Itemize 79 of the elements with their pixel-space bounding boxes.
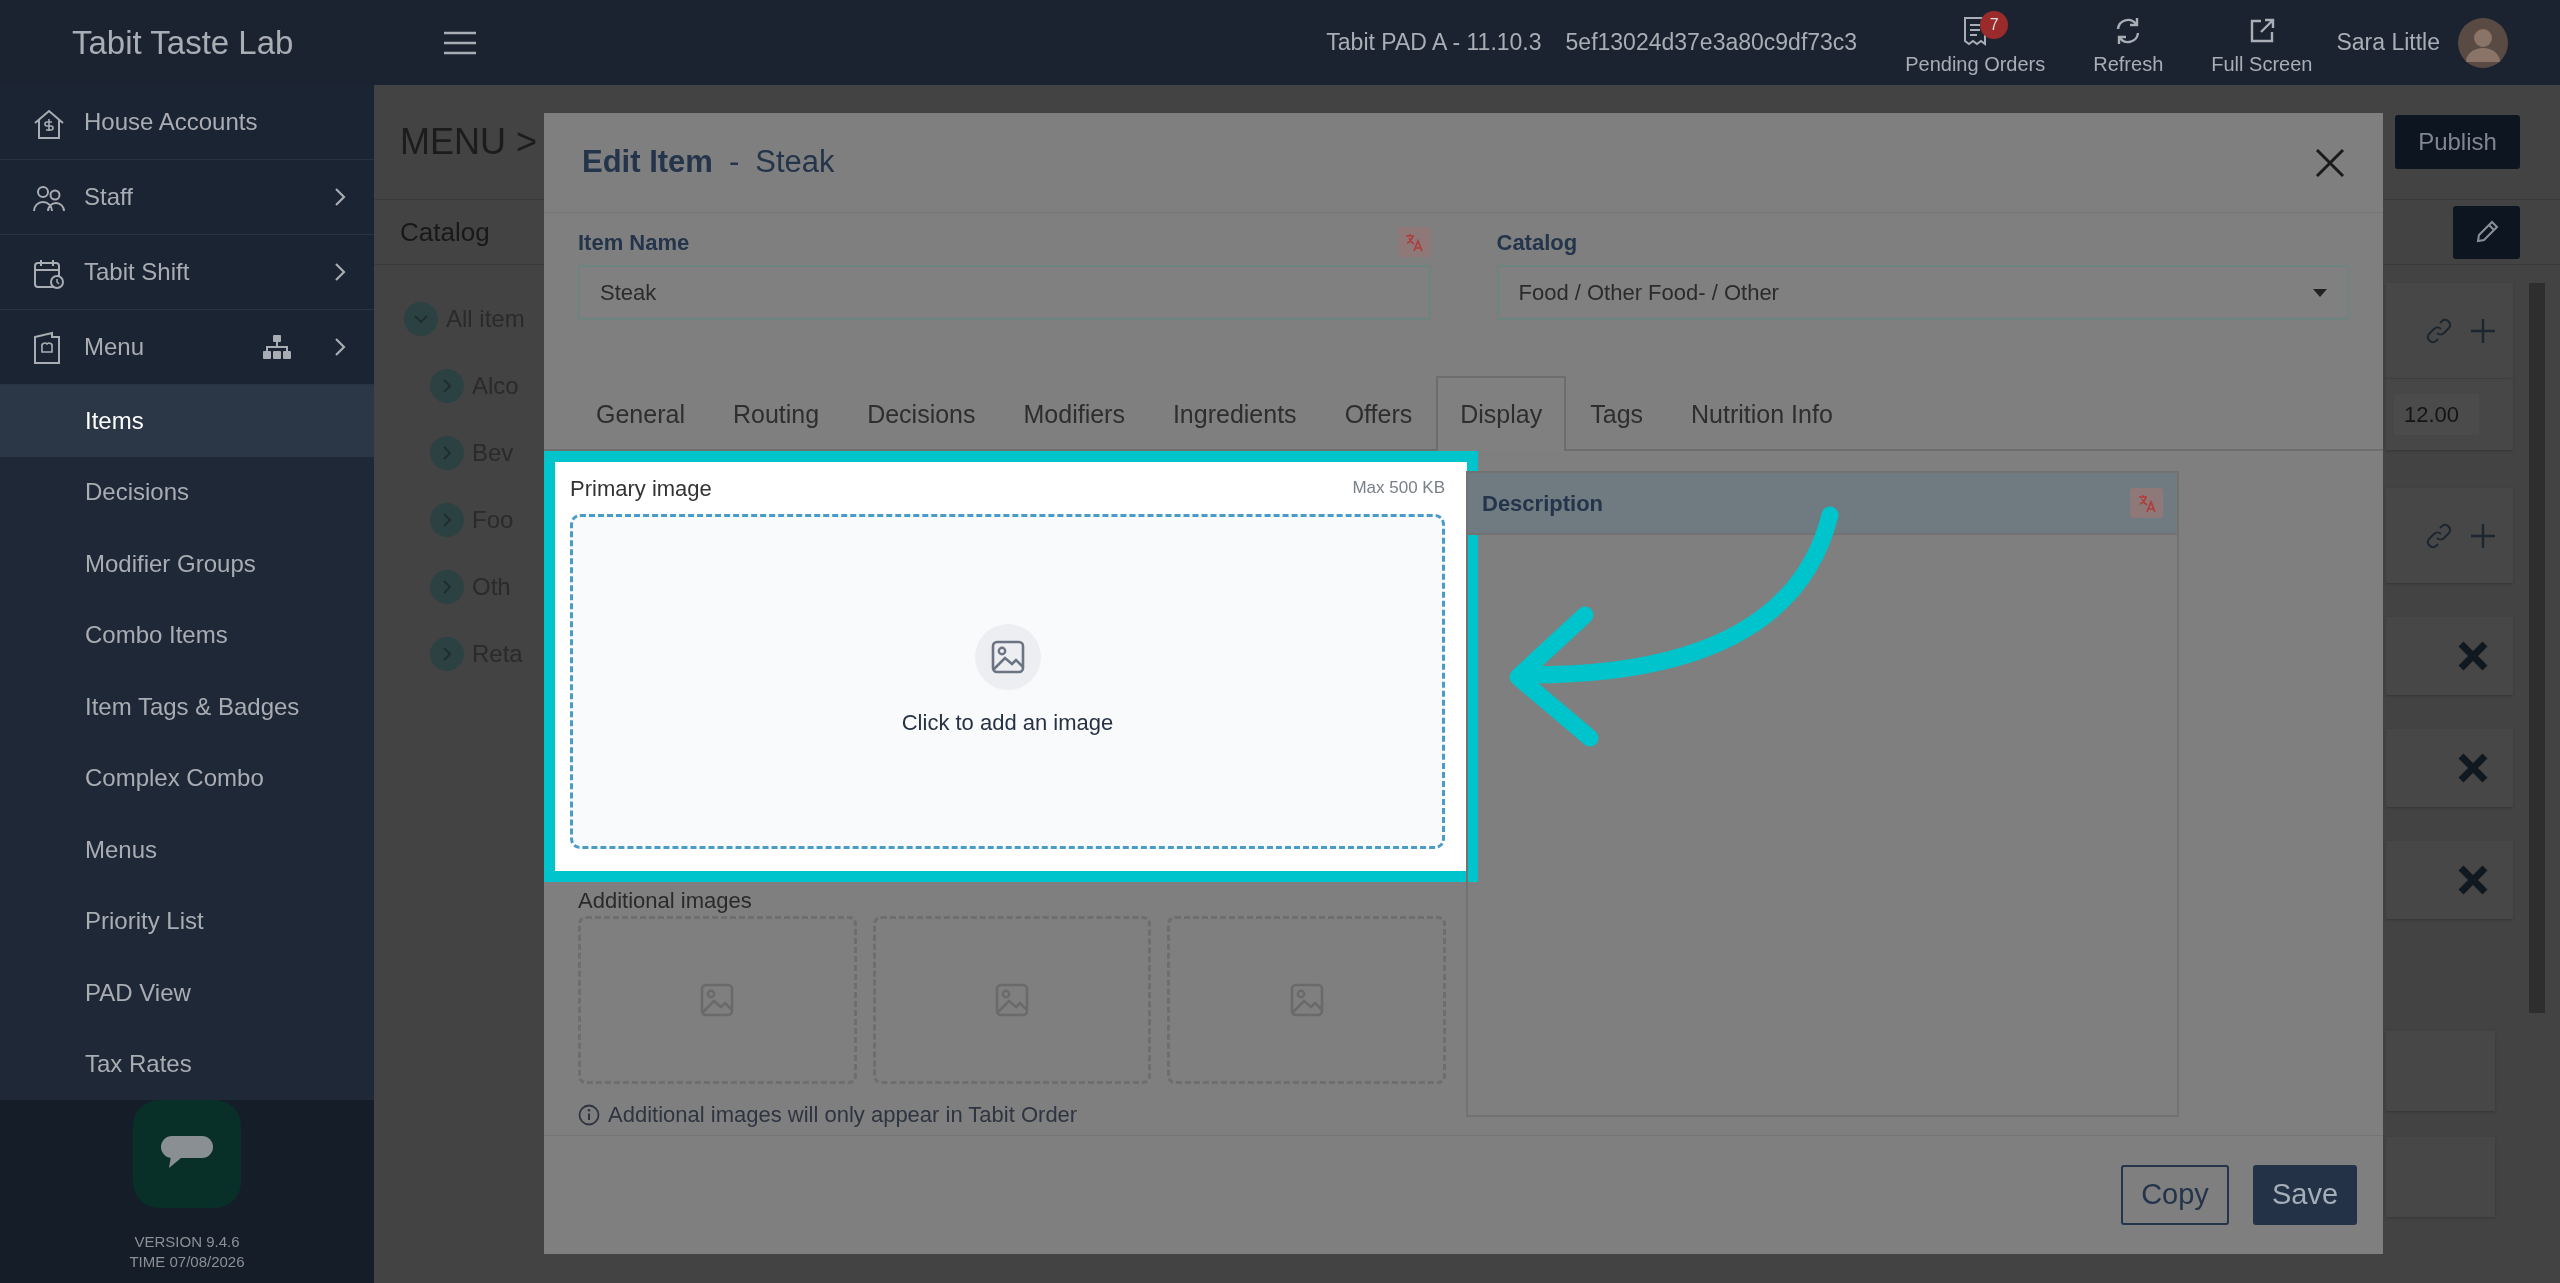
publish-button[interactable]: Publish [2395,115,2520,169]
user-name[interactable]: Sara Little [2336,25,2440,60]
field-label: Item Name [578,228,690,257]
info-note: Additional images will only appear in Tabit Order [608,1101,1078,1129]
dialog-subtitle: Steak [755,143,835,182]
sidebar-item[interactable]: Item Tags & Badges [0,671,374,743]
people-icon [32,183,66,214]
expand-toggle[interactable] [404,301,438,336]
avatar-icon[interactable] [2458,17,2508,68]
close-icon[interactable] [2315,147,2345,178]
count-badge: 7 [1980,10,2009,39]
hierarchy-icon [262,334,292,360]
tab[interactable]: Decisions [843,376,1000,451]
menu-icon[interactable] [444,30,476,55]
tab[interactable]: Offers [1320,376,1437,451]
chevron-right-icon [334,187,346,207]
remove-icon[interactable] [2457,752,2489,784]
house-icon [32,107,66,140]
sidebar-item[interactable]: Menus [0,814,374,886]
sidebar-item[interactable]: House Accounts [0,85,374,160]
image-drop-zone[interactable]: Click to add an image [570,514,1445,849]
chevron-right-icon [334,337,346,357]
dropdown[interactable]: Food / Other Food- / Other [1496,265,2349,320]
sidebar-item[interactable]: PAD View [0,957,374,1029]
tab[interactable]: Modifiers [999,376,1149,451]
toolbar-button[interactable]: Full Screen [2211,6,2313,79]
sidebar-item[interactable]: Staff [0,160,374,235]
chevron-right-icon [334,262,346,282]
sidebar-item[interactable]: Combo Items [0,599,374,671]
tab[interactable]: Ingredients [1148,376,1321,451]
tab[interactable]: Tags [1566,376,1668,451]
copy-button[interactable]: Copy [2121,1165,2229,1225]
field-label: Catalog [1496,228,1578,257]
caret-icon [2313,288,2327,297]
plus-icon[interactable] [2469,521,2497,550]
calendar-icon [32,257,66,290]
edit-button[interactable] [2453,205,2520,259]
toolbar-button[interactable]: Refresh [2093,6,2164,79]
expand-toggle[interactable] [430,569,464,604]
link-icon[interactable] [2425,316,2453,345]
save-button[interactable]: Save [2253,1165,2357,1225]
device-id: 5ef13024d37e3a80c9df73c3 [1565,28,1858,58]
sidebar-item[interactable]: Tax Rates [0,1028,374,1100]
expand-toggle[interactable] [430,435,464,470]
sidebar-item[interactable]: Items [0,385,374,457]
tab[interactable]: General [572,376,709,451]
sidebar-item[interactable]: Tabit Shift [0,235,374,310]
input-field[interactable]: Steak [578,265,1431,320]
size-limit-label: Max 500 KB [1352,477,1445,500]
translate-icon[interactable] [1397,227,1431,257]
toolbar-button[interactable]: 7 Pending Orders [1905,6,2046,79]
version-label: VERSION 9.4.6 [134,1232,240,1252]
document-icon [32,331,62,366]
expand-toggle[interactable] [430,636,464,671]
device-label: Tabit PAD A - 11.10.3 [1326,28,1542,58]
translate-icon[interactable] [2130,488,2163,518]
sidebar-item[interactable]: Complex Combo [0,742,374,814]
remove-icon[interactable] [2457,864,2489,896]
tab[interactable]: Routing [708,376,844,451]
tab[interactable]: Nutrition Info [1667,376,1857,451]
time-label: TIME 07/08/2026 [129,1251,245,1271]
sidebar-item[interactable]: Menu [0,310,374,385]
app-title: Tabit Taste Lab [72,22,295,63]
title-separator: - [728,143,740,182]
expand-toggle[interactable] [430,368,464,403]
expand-toggle[interactable] [430,502,464,537]
sidebar-item[interactable]: Priority List [0,885,374,957]
sidebar-item[interactable]: Decisions [0,456,374,528]
chat-button[interactable] [133,1100,241,1208]
remove-icon[interactable] [2457,640,2489,672]
panel-title: Description [1482,489,1604,518]
section-label: Primary image [570,474,712,503]
link-icon[interactable] [2425,521,2453,550]
section-label: Additional images [578,887,753,914]
tab[interactable]: Display [1436,376,1567,451]
sidebar-item[interactable]: Modifier Groups [0,528,374,600]
plus-icon[interactable] [2469,316,2497,345]
dialog-title: Edit Item [582,143,713,182]
info-icon [578,1103,600,1126]
